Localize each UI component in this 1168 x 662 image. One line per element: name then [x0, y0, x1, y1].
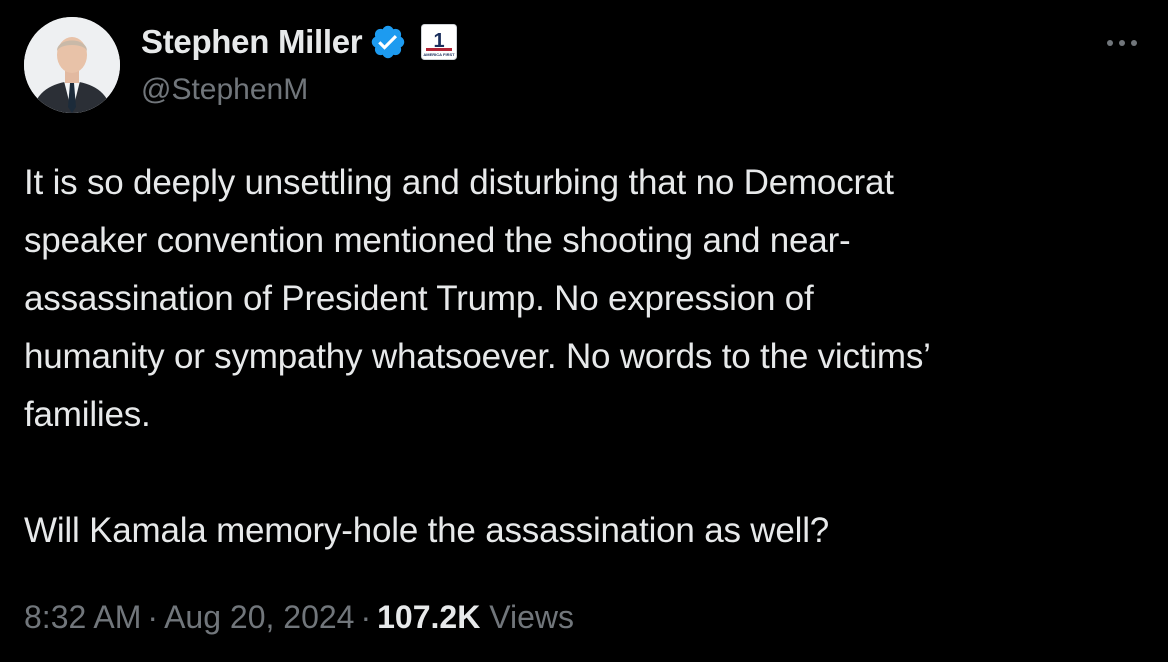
- affiliate-badge-icon[interactable]: 1 AMERICA FIRST: [421, 24, 458, 60]
- avatar-image: [24, 17, 120, 113]
- tweet-text-line: Will Kamala memory-hole the assassinatio…: [24, 511, 830, 550]
- more-options-icon[interactable]: [1100, 28, 1144, 58]
- tweet-text-line: speaker convention mentioned the shootin…: [24, 221, 851, 260]
- tweet-text-line: humanity or sympathy whatsoever. No word…: [24, 337, 931, 376]
- tweet-text-line: families.: [24, 395, 151, 434]
- tweet-text: It is so deeply unsettling and disturbin…: [24, 154, 1134, 560]
- tweet-card: Stephen Miller 1 AMERICA FIRST @StephenM…: [0, 0, 1168, 662]
- views-count[interactable]: 107.2K: [377, 599, 480, 635]
- tweet-meta: 8:32 AM · Aug 20, 2024 · 107.2K Views: [24, 593, 574, 641]
- tweet-text-line: It is so deeply unsettling and disturbin…: [24, 163, 894, 202]
- meta-separator: ·: [147, 599, 159, 635]
- tweet-date[interactable]: Aug 20, 2024: [164, 599, 354, 635]
- author-name-row: Stephen Miller 1 AMERICA FIRST: [141, 20, 458, 64]
- tweet-text-line: assassination of President Trump. No exp…: [24, 279, 814, 318]
- meta-separator: ·: [360, 599, 372, 635]
- verified-badge-icon[interactable]: [369, 23, 407, 61]
- tweet-time[interactable]: 8:32 AM: [24, 599, 141, 635]
- author-handle[interactable]: @StephenM: [141, 70, 308, 110]
- views-label[interactable]: Views: [489, 599, 574, 635]
- svg-text:AMERICA FIRST: AMERICA FIRST: [424, 52, 456, 57]
- author-name[interactable]: Stephen Miller: [141, 20, 363, 64]
- avatar[interactable]: [24, 17, 120, 113]
